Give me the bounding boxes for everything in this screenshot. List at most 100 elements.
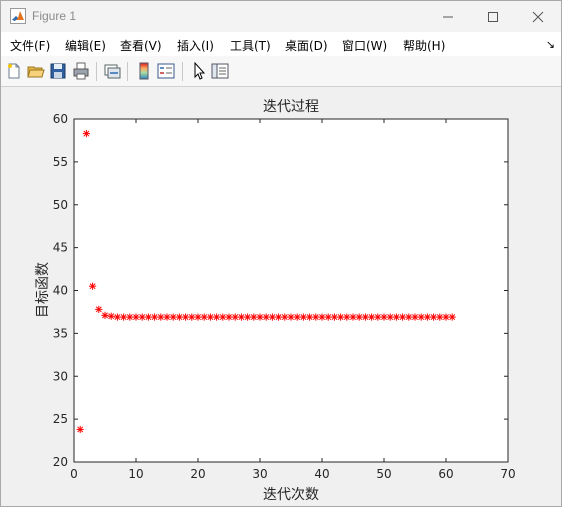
maximize-icon <box>488 12 498 22</box>
data-point-star <box>442 313 450 321</box>
x-tick-label: 0 <box>70 467 78 481</box>
data-point-star <box>436 313 444 321</box>
data-point-star <box>411 313 419 321</box>
minimize-button[interactable] <box>425 1 471 32</box>
x-tick-label: 30 <box>252 467 267 481</box>
y-axis-label: 目标函数 <box>35 262 51 318</box>
data-point-star <box>169 313 177 321</box>
data-point-star <box>95 305 103 313</box>
data-point-star <box>392 313 400 321</box>
data-point-star <box>361 313 369 321</box>
window-title: Figure 1 <box>32 9 77 23</box>
data-point-star <box>175 313 183 321</box>
data-point-star <box>157 313 165 321</box>
x-tick-label: 40 <box>314 467 329 481</box>
toolbar-separator <box>96 62 97 81</box>
data-point-star <box>430 313 438 321</box>
edit-plot-arrow-icon[interactable] <box>190 62 208 80</box>
new-figure-icon[interactable] <box>5 62 23 80</box>
data-point-star <box>275 313 283 321</box>
toolbar <box>1 56 561 87</box>
y-tick-label: 35 <box>53 326 68 340</box>
data-point-star <box>231 313 239 321</box>
data-point-star <box>399 313 407 321</box>
chart-title: 迭代过程 <box>263 99 319 115</box>
data-point-star <box>132 313 140 321</box>
property-inspector-icon[interactable] <box>211 62 229 80</box>
data-point-star <box>349 313 357 321</box>
data-point-star <box>355 313 363 321</box>
maximize-button[interactable] <box>470 1 516 32</box>
data-point-star <box>225 313 233 321</box>
menu-bar: 文件(F) 编辑(E) 查看(V) 插入(I) 工具(T) 桌面(D) 窗口(W… <box>1 32 561 56</box>
data-point-star <box>138 313 146 321</box>
data-point-star <box>268 313 276 321</box>
data-point-star <box>281 313 289 321</box>
data-point-star <box>107 312 115 320</box>
data-point-star <box>101 311 109 319</box>
data-point-star <box>386 313 394 321</box>
data-point-star <box>368 313 376 321</box>
close-button[interactable] <box>515 1 561 32</box>
menu-tools[interactable]: 工具(T) <box>230 37 271 54</box>
x-tick-label: 10 <box>128 467 143 481</box>
data-point-star <box>120 313 128 321</box>
data-point-star <box>237 313 245 321</box>
data-point-star <box>417 313 425 321</box>
menu-edit[interactable]: 编辑(E) <box>65 37 106 54</box>
y-tick-label: 30 <box>53 369 68 383</box>
menu-window[interactable]: 窗口(W) <box>342 37 387 54</box>
open-file-icon[interactable] <box>27 62 45 80</box>
menu-desktop[interactable]: 桌面(D) <box>285 37 328 54</box>
axes-background[interactable] <box>73 118 509 463</box>
print-icon[interactable] <box>72 62 90 80</box>
data-point-star <box>188 313 196 321</box>
title-bar[interactable]: Figure 1 <box>1 1 561 32</box>
data-point-star <box>113 313 121 321</box>
data-point-star <box>448 313 456 321</box>
data-point-star <box>76 425 84 434</box>
data-point-star <box>306 313 314 321</box>
y-tick-label: 45 <box>53 241 68 255</box>
data-point-star <box>126 313 134 321</box>
y-tick-label: 55 <box>53 155 68 169</box>
minimize-icon <box>443 16 453 18</box>
save-icon[interactable] <box>49 62 67 80</box>
x-tick-label: 20 <box>190 467 205 481</box>
data-point-star <box>343 313 351 321</box>
menu-insert[interactable]: 插入(I) <box>177 37 214 54</box>
data-point-star <box>318 313 326 321</box>
scatter-plot[interactable]: 0 10 20 30 40 50 60 70 20 25 30 35 40 45 50 55 60 迭代过程 迭… <box>1 87 561 506</box>
data-point-star <box>256 313 264 321</box>
y-tick-label: 40 <box>53 284 68 298</box>
data-point-star <box>423 313 431 321</box>
y-tick-label: 20 <box>53 455 68 469</box>
figure-window: Figure 1 文件(F) 编辑(E) 查看(V) 插入(I) 工具(T) 桌… <box>0 0 562 507</box>
data-point-star <box>293 313 301 321</box>
insert-colorbar-icon[interactable] <box>135 62 153 80</box>
figure-canvas[interactable]: 0 10 20 30 40 50 60 70 20 25 30 35 40 45 50 55 60 迭代过程 迭… <box>1 87 561 506</box>
menu-file[interactable]: 文件(F) <box>10 37 50 54</box>
data-point-star <box>182 313 190 321</box>
data-point-star <box>312 313 320 321</box>
data-point-star <box>250 313 258 321</box>
data-point-star <box>219 313 227 321</box>
data-point-star <box>206 313 214 321</box>
data-point-star <box>213 313 221 321</box>
insert-legend-icon[interactable] <box>157 62 175 80</box>
link-plot-icon[interactable] <box>103 62 121 80</box>
data-point-star <box>330 313 338 321</box>
toolbar-separator <box>182 62 183 81</box>
data-point-star <box>405 313 413 321</box>
data-point-star <box>151 313 159 321</box>
toolbar-separator <box>127 62 128 81</box>
x-tick-label: 50 <box>376 467 391 481</box>
data-point-star <box>299 313 307 321</box>
data-point-star <box>200 313 208 321</box>
menu-overflow-icon[interactable]: ↘ <box>546 38 555 51</box>
x-axis-label: 迭代次数 <box>263 487 319 503</box>
y-tick-label: 60 <box>53 112 68 126</box>
data-point-star <box>194 313 202 321</box>
menu-help[interactable]: 帮助(H) <box>403 37 445 54</box>
menu-view[interactable]: 查看(V) <box>120 37 162 54</box>
